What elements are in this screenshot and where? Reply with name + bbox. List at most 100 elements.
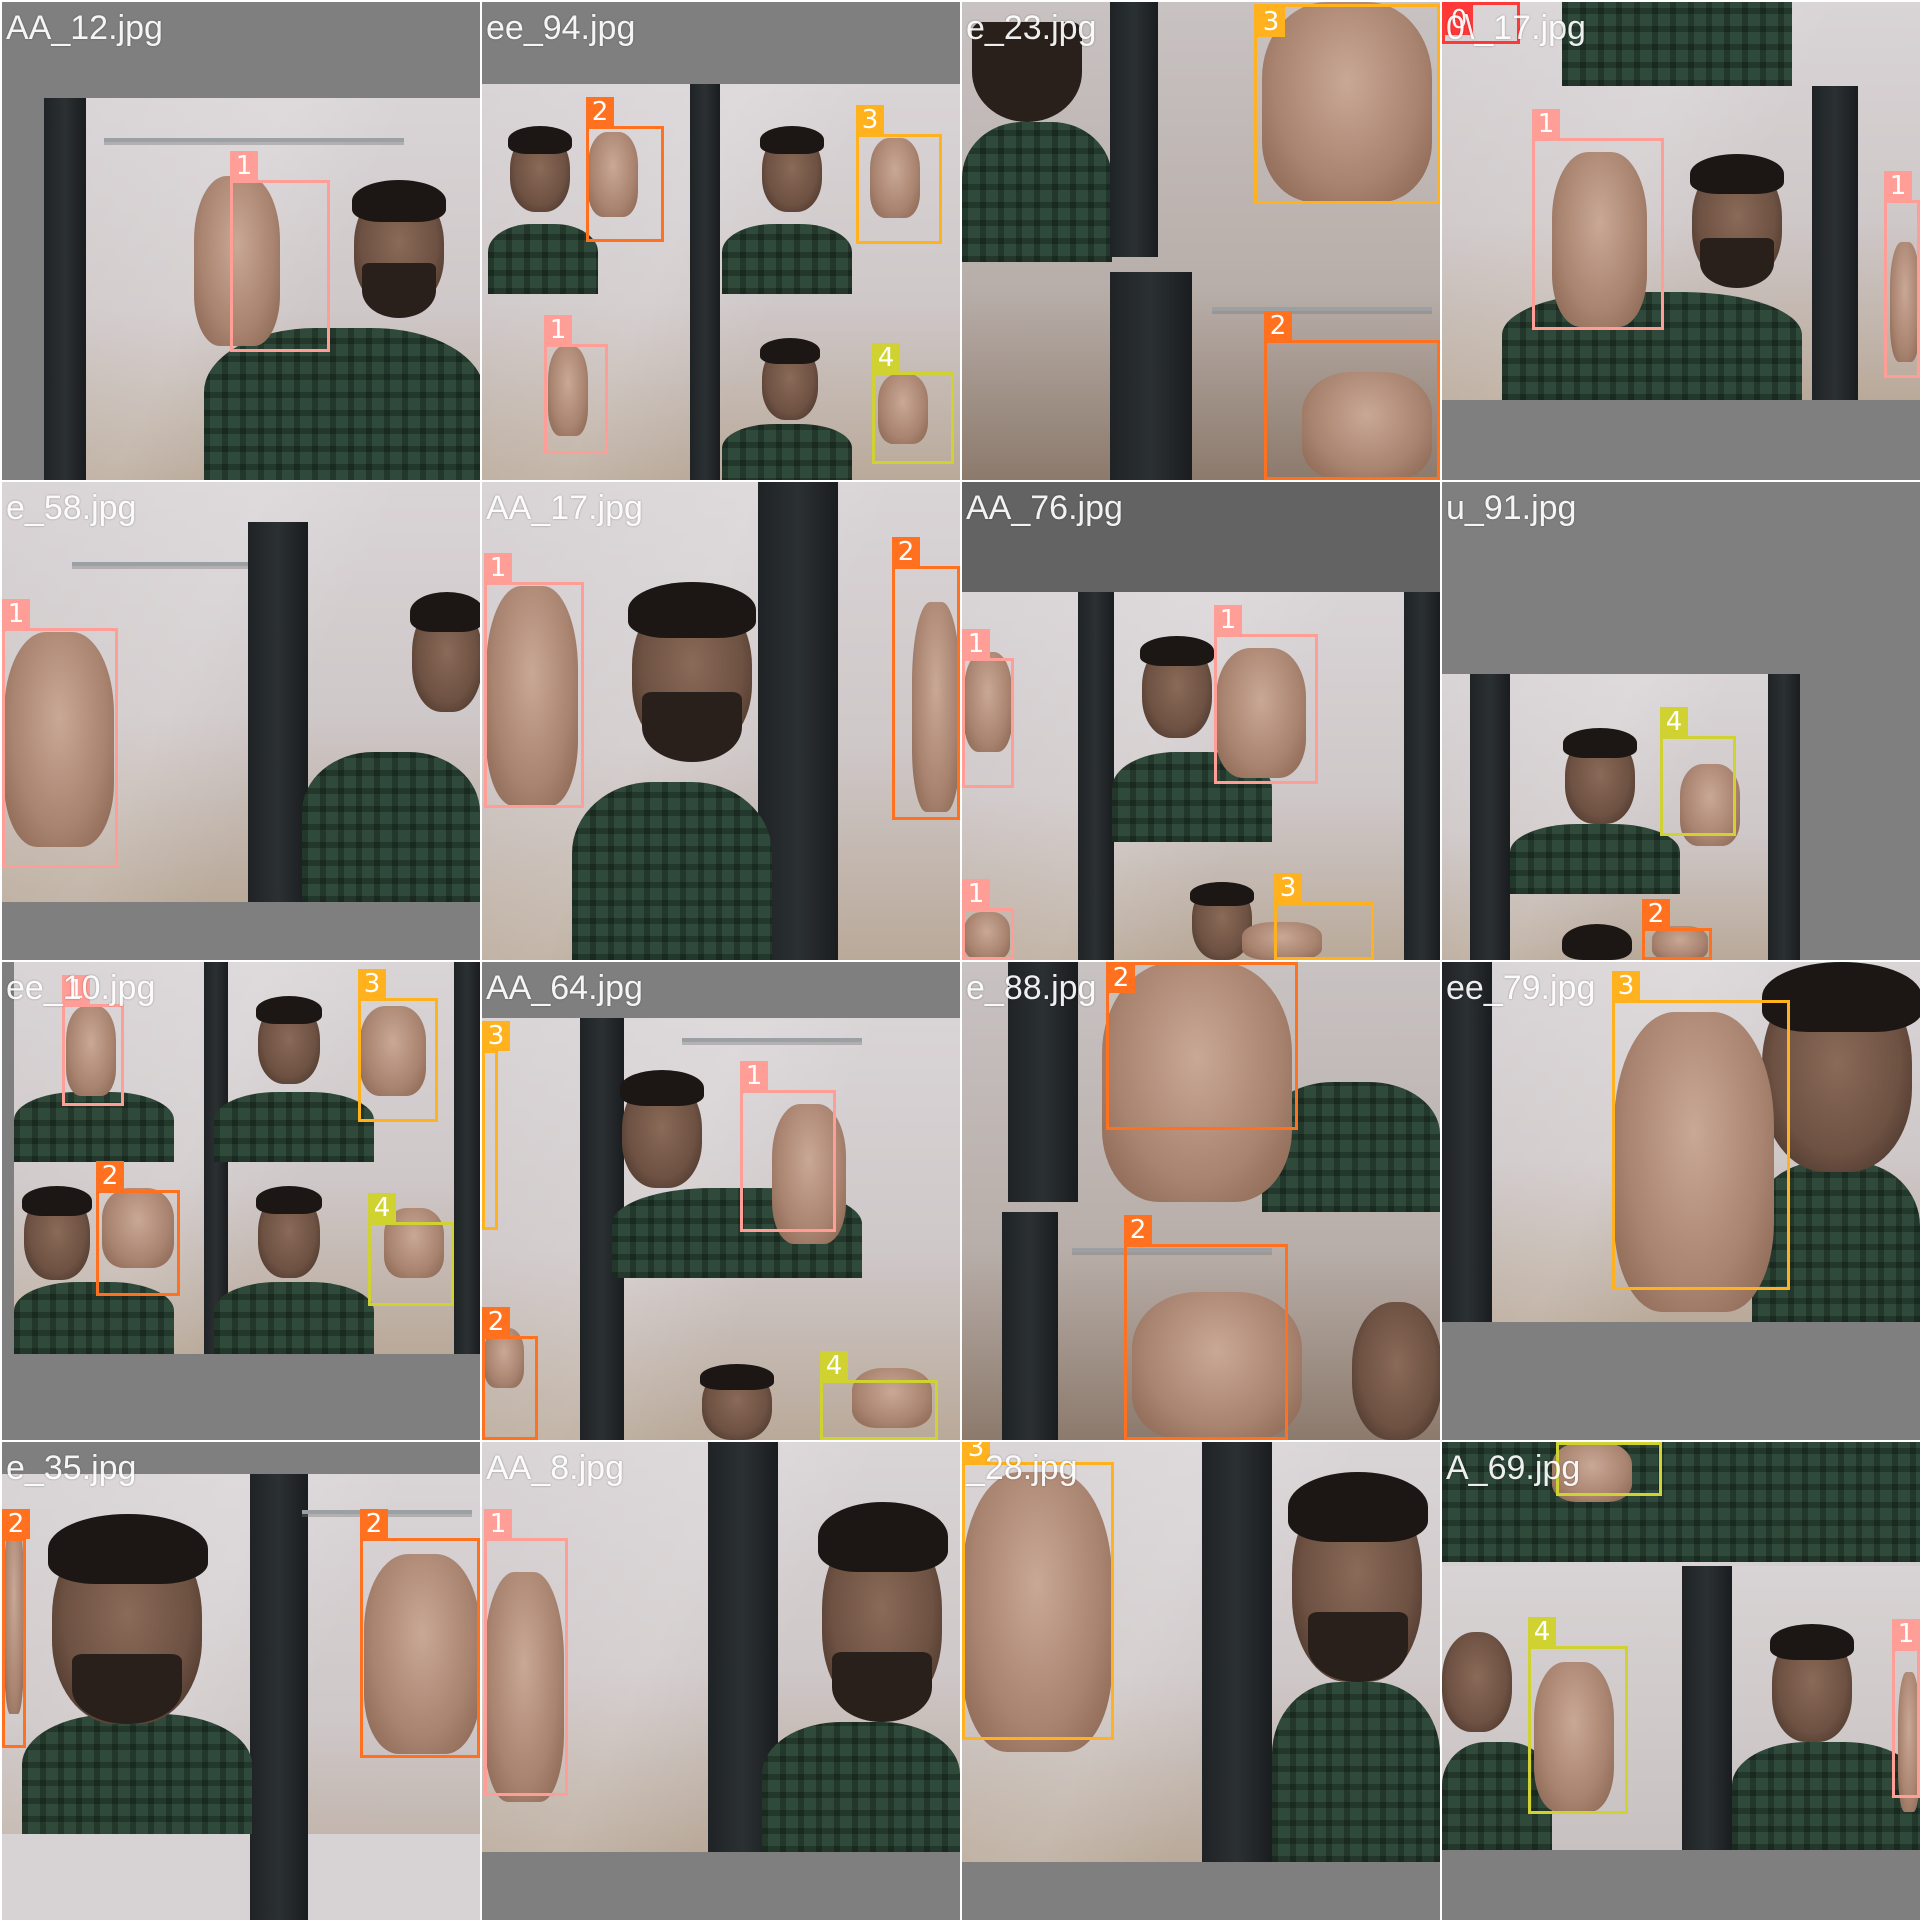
detection-label: 3 [1274,873,1302,903]
person [722,114,852,294]
detection-box: 4 [872,343,954,464]
detection-label: 3 [482,1021,510,1051]
tile-image: 4 4 1 A_69.jpg [1442,1442,1920,1920]
detection-label: 1 [484,553,512,583]
detection-box: 1 [230,151,330,352]
curtain [1812,86,1858,400]
curtain [250,1834,308,1920]
detection-box: 3 [1254,4,1440,204]
detection-label: 2 [586,97,614,127]
detection-box: 2 [1124,1215,1288,1440]
detection-label: 1 [1214,605,1242,635]
detection-box: 1 [484,553,584,808]
detection-label: 1 [544,315,572,345]
detection-box: 2 [1264,311,1440,480]
detection-box: 1 [740,1061,836,1232]
curtain [1202,1442,1272,1862]
detection-label: 4 [872,343,900,373]
detection-label: 4 [1556,1442,1584,1443]
detection-box: 2 [1642,899,1712,960]
detection-box: 3 [1274,873,1374,960]
tile-title: e_35.jpg [6,1449,137,1487]
tile-title: e_23.jpg [966,9,1097,47]
tile-image: 3 1 2 4 AA_64.jpg [482,962,960,1440]
detection-box: 2 [586,97,664,242]
photo [1442,1442,1920,1850]
detection-box: 4 [1660,707,1736,836]
detection-label: 1 [1884,171,1912,201]
detection-box: 3 [962,1442,1114,1740]
tile-image: 2 2 e_35.jpg [2,1442,480,1920]
detection-box: 2 [96,1161,180,1296]
tile-title: e_88.jpg [966,969,1097,1007]
curtain [1110,2,1158,257]
detection-label: 1 [230,151,258,181]
detection-label: 2 [1642,899,1670,929]
detection-label: 2 [1124,1215,1152,1245]
detection-label: 3 [358,969,386,999]
detection-box: 3 [856,105,942,244]
detection-label: 1 [1532,109,1560,139]
person [572,582,772,960]
curtain [1002,1212,1058,1440]
detection-box: 1 [962,629,1014,788]
person [762,1502,960,1852]
tile-title: 0\_17.jpg [1446,9,1586,47]
detection-box: 2 [2,1509,30,1748]
tile-image: 1 e_58.jpg [2,482,480,960]
tile-title: AA_17.jpg [486,489,643,527]
detection-label: 3 [1612,971,1640,1001]
detection-box: 1 [2,599,118,868]
curtain [1682,1566,1732,1850]
curtain [690,84,720,480]
detection-box: 1 [962,879,1014,960]
detection-box: 3 [482,1021,510,1230]
photo [1442,2,1920,400]
curtain [1470,674,1510,960]
person [692,1364,792,1440]
tile-title: A_69.jpg [1446,1449,1581,1487]
person [488,114,598,294]
detection-box: 4 [1528,1617,1628,1814]
detection-box: 3 [358,969,438,1122]
detection-box: 1 [62,975,124,1106]
tile-title: ee_79.jpg [1446,969,1596,1007]
person [1342,1302,1440,1440]
detection-label: 1 [962,629,990,659]
person [1272,1462,1440,1862]
detection-box: 1 [1214,605,1318,784]
detection-box: 2 [1106,962,1298,1130]
detection-box: 1 [484,1509,568,1796]
coat-rack [682,1038,862,1042]
tile-title: AA_8.jpg [486,1449,624,1487]
photo [482,1018,960,1440]
detection-label: 4 [368,1193,396,1223]
tile-title: _28.jpg [966,1449,1078,1487]
tile-title: e_58.jpg [6,489,137,527]
detection-label: 1 [962,879,990,909]
tile-image: 1 3 2 4 ee_10.jpg [2,962,480,1440]
tile-image: 3 _28.jpg [962,1442,1440,1920]
detection-box: 3 [1612,971,1790,1290]
detection-label: 4 [1660,707,1688,737]
person [22,1514,252,1840]
coat-rack [104,138,404,142]
tile-title: AA_76.jpg [966,489,1123,527]
detection-box: 2 [892,537,960,820]
person [1510,724,1680,894]
tile-title: AA_64.jpg [486,969,643,1007]
tile-image: 3 ee_79.jpg [1442,962,1920,1440]
curtain [44,98,86,480]
tile-image: 1 2 AA_17.jpg [482,482,960,960]
tile-title: u_91.jpg [1446,489,1577,527]
detection-box: 2 [360,1509,480,1758]
detection-box: 1 [1892,1619,1920,1798]
detection-label: 3 [1257,7,1285,37]
person [214,1182,374,1354]
detection-box: 1 [544,315,608,454]
detection-label: 4 [1528,1617,1556,1647]
curtain [1442,962,1492,1322]
detection-box: 4 [368,1193,454,1306]
tile-title: ee_10.jpg [6,969,156,1007]
detection-label: 2 [892,537,920,567]
